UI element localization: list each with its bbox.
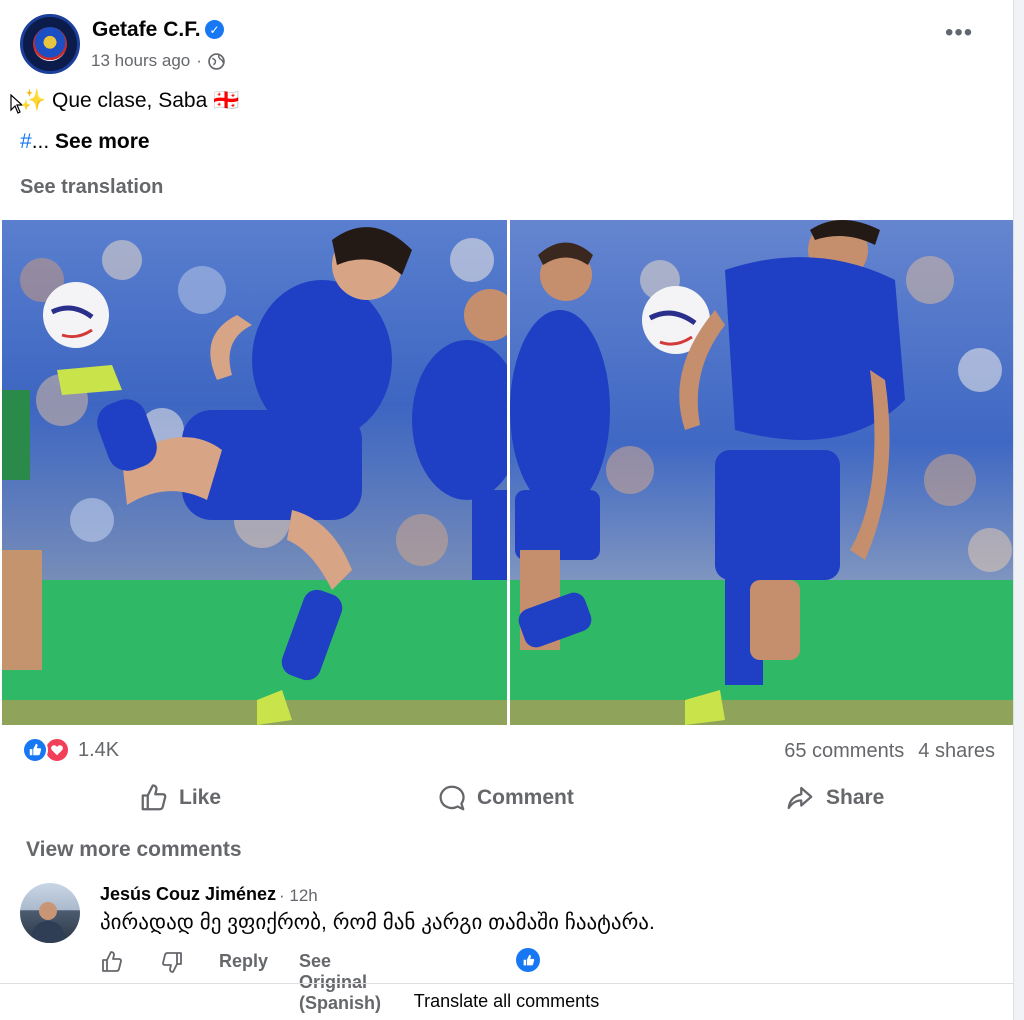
engagement-counts: 65 comments 4 shares xyxy=(770,740,995,763)
action-bar: Like Comment Share xyxy=(0,775,1013,821)
post-text-line2: #... See more xyxy=(20,130,150,154)
page-avatar[interactable] xyxy=(20,14,80,74)
meta-separator: · xyxy=(196,51,202,70)
reply-button[interactable]: Reply xyxy=(219,951,268,972)
see-more-link[interactable]: See more xyxy=(55,130,150,153)
share-button[interactable]: Share xyxy=(784,775,884,821)
reaction-summary[interactable]: 1.4K xyxy=(22,737,119,763)
post-meta: 13 hours ago · xyxy=(91,51,225,71)
page-name[interactable]: Getafe C.F. xyxy=(92,18,201,42)
see-translation-link[interactable]: See translation xyxy=(20,176,163,199)
reaction-count: 1.4K xyxy=(78,738,120,761)
club-crest-icon xyxy=(33,27,67,61)
like-label: Like xyxy=(179,786,222,809)
more-options-icon[interactable]: ••• xyxy=(945,21,973,45)
divider xyxy=(0,983,1013,984)
globe-icon xyxy=(208,52,225,70)
comment-like-badge-icon[interactable] xyxy=(516,948,540,972)
post-photo-2[interactable] xyxy=(510,220,1013,725)
share-label: Share xyxy=(826,786,885,809)
post-photo-1[interactable] xyxy=(2,220,507,725)
comment-time[interactable]: · 12h xyxy=(279,886,318,906)
like-icon xyxy=(141,784,167,811)
comment-button[interactable]: Comment xyxy=(437,775,574,821)
like-reaction-icon xyxy=(22,737,48,763)
post-card: Getafe C.F. ✓ 13 hours ago · ••• ✨ Que c… xyxy=(0,0,1014,1020)
hashtag-link[interactable]: # xyxy=(20,130,32,153)
shares-count[interactable]: 4 shares xyxy=(918,740,995,762)
post-timestamp[interactable]: 13 hours ago xyxy=(91,51,190,71)
comment-author[interactable]: Jesús Couz Jiménez xyxy=(100,884,276,905)
translate-all-comments[interactable]: Translate all comments xyxy=(0,991,1013,1012)
verified-icon: ✓ xyxy=(205,20,224,39)
share-icon xyxy=(787,786,813,810)
view-more-comments[interactable]: View more comments xyxy=(26,838,242,862)
comments-count[interactable]: 65 comments xyxy=(784,740,904,762)
comment-text: პირადად მე ვფიქრობ, რომ მან კარგი თამაში… xyxy=(100,911,655,934)
comment-label: Comment xyxy=(477,786,574,809)
like-button[interactable]: Like xyxy=(139,775,221,821)
commenter-avatar[interactable] xyxy=(20,883,80,943)
thumbs-down-icon[interactable] xyxy=(160,950,184,974)
post-text-line1: ✨ Que clase, Saba 🇬🇪 xyxy=(20,89,240,112)
thumbs-up-icon[interactable] xyxy=(100,950,124,974)
comment-icon xyxy=(439,785,465,811)
ellipsis: ... xyxy=(31,130,50,153)
